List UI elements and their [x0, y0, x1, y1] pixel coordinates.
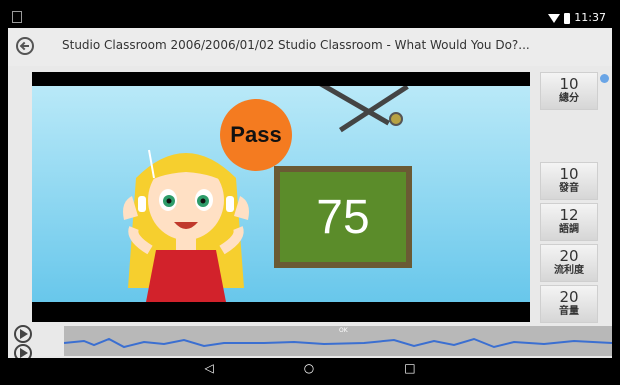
- score-card-volume[interactable]: 20 音量: [540, 285, 598, 323]
- score-card-fluency[interactable]: 20 流利度: [540, 244, 598, 282]
- page-title: Studio Classroom 2006/2006/01/02 Studio …: [62, 38, 530, 52]
- score-card-total[interactable]: 10 總分: [540, 72, 598, 110]
- play-icon: [20, 348, 28, 358]
- play-button-original[interactable]: [14, 325, 32, 343]
- android-nav-bar: ◁ ○ □: [8, 358, 612, 377]
- nav-home-button[interactable]: ○: [304, 361, 314, 375]
- nav-recents-button[interactable]: □: [404, 361, 415, 375]
- device-frame: 11:37 Studio Classroom 2006/2006/01/02 S…: [8, 8, 612, 377]
- nav-back-button[interactable]: ◁: [204, 361, 213, 375]
- wifi-icon: [548, 13, 561, 23]
- score-panel: 10 總分 10 發音 12 語調 20 流利度 20 音量: [540, 72, 612, 323]
- back-button[interactable]: [16, 37, 34, 55]
- rope-joint: [389, 112, 403, 126]
- clock: 11:37: [574, 11, 606, 24]
- waveform-marker: OK: [339, 327, 348, 334]
- info-icon[interactable]: [600, 74, 609, 83]
- battery-icon: [564, 12, 571, 24]
- video-scene: 75 Pass: [32, 86, 530, 302]
- score-board: 75: [274, 166, 412, 268]
- status-bar: 11:37: [8, 8, 612, 28]
- video-player[interactable]: 75 Pass: [32, 72, 530, 322]
- audio-timeline: OK: [8, 324, 612, 362]
- score-card-intonation[interactable]: 12 語調: [540, 203, 598, 241]
- waveform[interactable]: OK: [64, 326, 612, 356]
- play-icon: [20, 329, 28, 339]
- score-card-pronunciation[interactable]: 10 發音: [540, 162, 598, 200]
- waveform-graph: [64, 337, 612, 349]
- notification-icon: [12, 11, 22, 23]
- title-bar: Studio Classroom 2006/2006/01/02 Studio …: [8, 28, 612, 66]
- app-area: Studio Classroom 2006/2006/01/02 Studio …: [8, 28, 612, 362]
- status-right: 11:37: [548, 11, 606, 25]
- cartoon-girl: [123, 149, 249, 302]
- score-board-number: 75: [280, 172, 406, 262]
